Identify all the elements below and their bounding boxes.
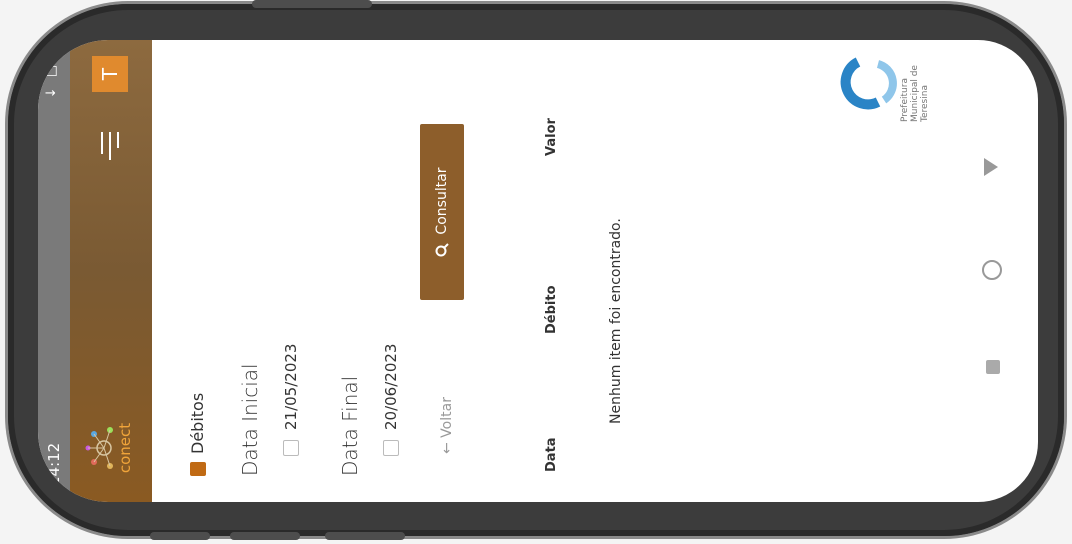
end-date-label: Data Final xyxy=(338,375,362,476)
end-date-field[interactable]: 20/06/2023 xyxy=(382,344,400,456)
start-date-label: Data Inicial xyxy=(238,363,262,476)
volume-button-1 xyxy=(150,532,210,540)
calendar-icon xyxy=(283,440,299,456)
search-icon xyxy=(435,242,449,257)
status-time: 14:12 xyxy=(45,442,63,486)
consult-button[interactable]: Consultar xyxy=(420,124,464,300)
status-bar: 14:12 ↓ □ xyxy=(38,40,70,502)
home-icon[interactable] xyxy=(982,260,1002,280)
end-date-value: 20/06/2023 xyxy=(382,343,400,430)
start-date-field[interactable]: 21/05/2023 xyxy=(282,344,300,456)
back-button[interactable]: ← Voltar xyxy=(439,397,455,454)
avatar[interactable]: T xyxy=(92,56,128,92)
consult-label: Consultar xyxy=(434,167,450,235)
logo-text: conect xyxy=(116,422,134,474)
prefeitura-logo-icon xyxy=(840,57,897,110)
volume-button-3 xyxy=(325,532,405,540)
start-date-value: 21/05/2023 xyxy=(282,343,300,430)
page-title: Débitos xyxy=(188,393,207,476)
table-header-debito: Débito xyxy=(544,285,559,334)
app-bar: conect T xyxy=(70,40,152,502)
phone-screen: 14:12 ↓ □ conect T Débitos Data Inicial … xyxy=(38,40,1038,502)
menu-icon[interactable] xyxy=(95,132,125,160)
table-header-valor: Valor xyxy=(544,118,559,156)
back-label: Voltar xyxy=(439,397,455,438)
document-icon xyxy=(189,462,206,476)
prefeitura-text: Prefeitura Municipal de Teresina xyxy=(900,65,930,122)
table-header-data: Data xyxy=(544,437,559,472)
status-icons: ↓ □ xyxy=(44,62,59,99)
power-button xyxy=(252,0,372,8)
volume-button-2 xyxy=(230,532,300,540)
recent-apps-icon[interactable] xyxy=(986,360,1000,374)
app-viewport: 14:12 ↓ □ conect T Débitos Data Inicial … xyxy=(38,40,1038,502)
page-title-text: Débitos xyxy=(188,392,207,454)
calendar-icon xyxy=(383,440,399,456)
empty-message: Nenhum item foi encontrado. xyxy=(608,218,624,424)
back-nav-icon[interactable] xyxy=(984,158,998,176)
arrow-left-icon: ← xyxy=(439,442,455,454)
